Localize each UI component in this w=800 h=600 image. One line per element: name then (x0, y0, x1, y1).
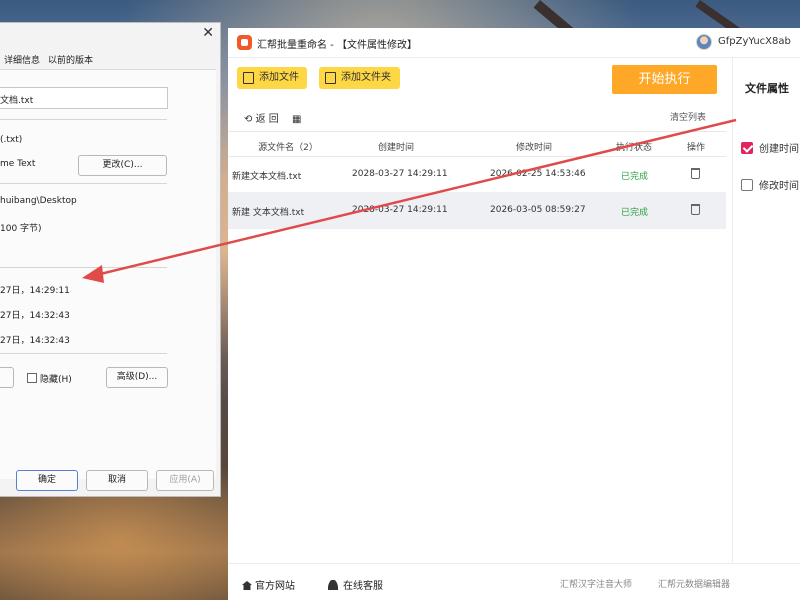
annotation-arrow-head (82, 265, 104, 283)
annotation-arrow-line (95, 118, 737, 277)
annotation-arrow (82, 118, 737, 283)
